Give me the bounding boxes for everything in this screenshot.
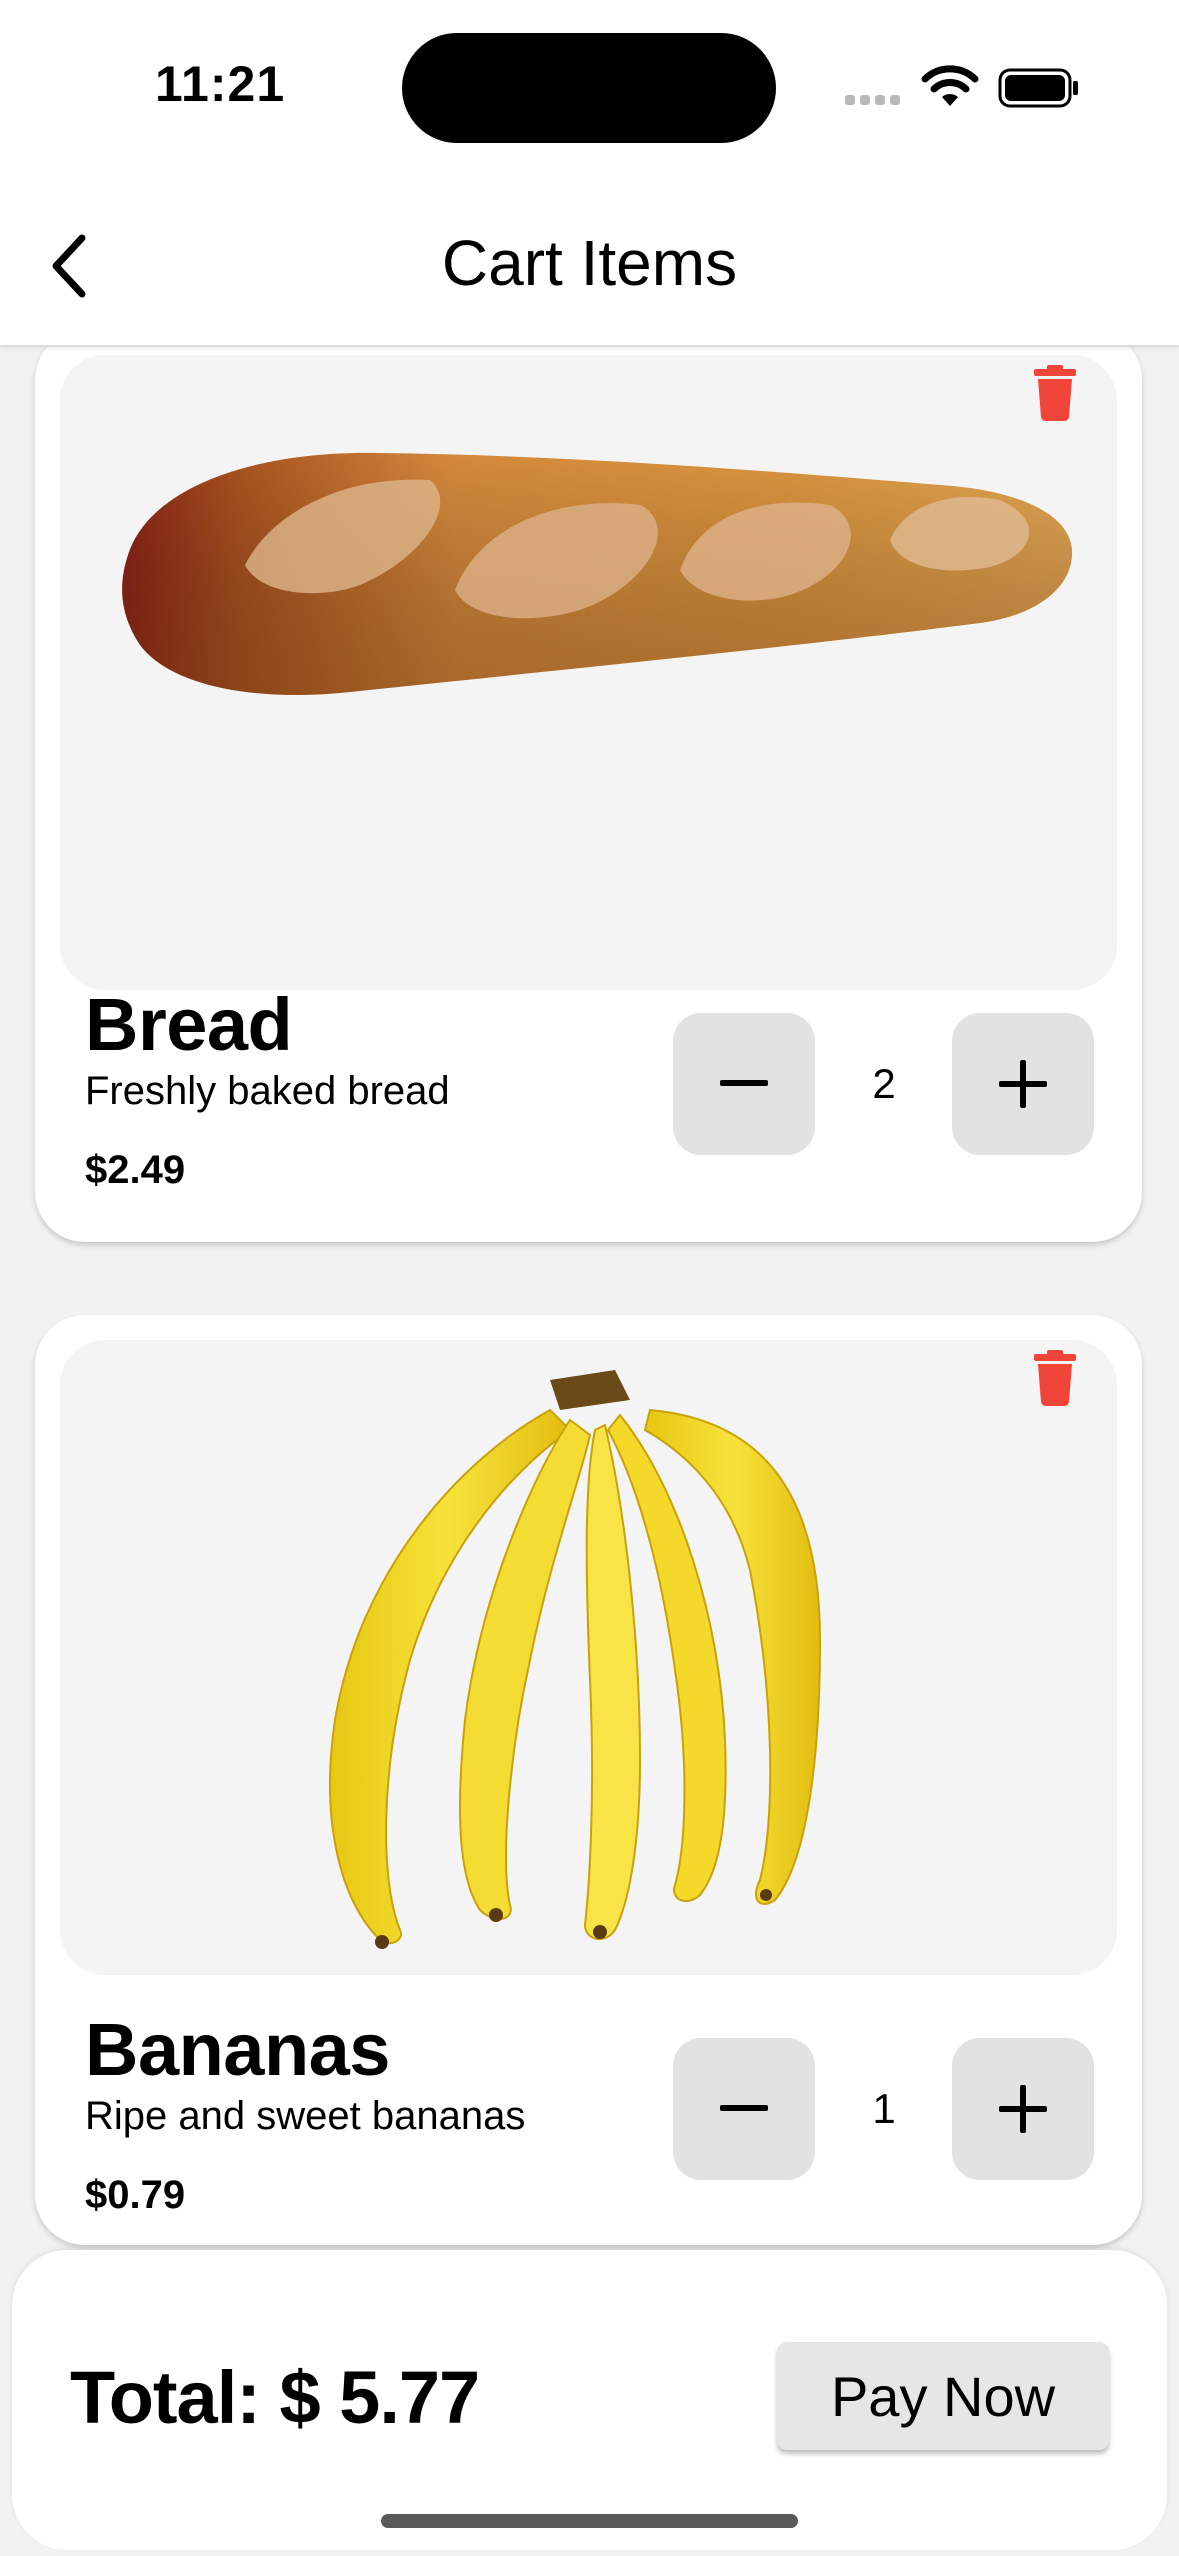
cellular-signal-icon xyxy=(845,92,905,106)
decrease-quantity-button[interactable] xyxy=(673,1013,815,1155)
checkout-bar: Total: $ 5.77 Pay Now xyxy=(12,2250,1167,2550)
trash-icon[interactable] xyxy=(1033,365,1077,421)
cart-item-card: Bananas Ripe and sweet bananas $0.79 1 xyxy=(35,1315,1142,2245)
minus-icon xyxy=(720,2105,768,2111)
total-amount: Total: $ 5.77 xyxy=(70,2356,480,2439)
home-indicator[interactable] xyxy=(381,2514,798,2528)
status-time: 11:21 xyxy=(155,56,286,112)
quantity-value: 2 xyxy=(872,1060,896,1107)
product-price: $2.49 xyxy=(85,1148,186,1192)
product-name: Bananas xyxy=(85,2008,390,2091)
baguette-image xyxy=(122,452,1073,695)
battery-icon xyxy=(998,68,1078,108)
product-name: Bread xyxy=(85,983,293,1066)
dynamic-island xyxy=(402,33,776,143)
navigation-bar: Cart Items xyxy=(0,180,1179,347)
product-price: $0.79 xyxy=(85,2173,186,2217)
product-image-area xyxy=(60,355,1117,990)
decrease-quantity-button[interactable] xyxy=(673,2038,815,2180)
pay-now-button[interactable]: Pay Now xyxy=(777,2342,1109,2450)
page-title: Cart Items xyxy=(441,227,738,299)
quantity-value: 1 xyxy=(872,2085,896,2132)
product-description: Ripe and sweet bananas xyxy=(85,2094,526,2138)
minus-icon xyxy=(720,1080,768,1086)
plus-icon xyxy=(999,1060,1047,1108)
trash-icon[interactable] xyxy=(1033,1350,1077,1406)
product-image-area xyxy=(60,1340,1117,1975)
cart-item-card: Bread Freshly baked bread $2.49 2 xyxy=(35,330,1142,1242)
plus-icon xyxy=(999,2085,1047,2133)
banana-bunch-image xyxy=(329,1370,822,1949)
status-bar: 11:21 xyxy=(0,0,1179,180)
increase-quantity-button[interactable] xyxy=(952,1013,1094,1155)
wifi-icon xyxy=(921,65,979,106)
product-description: Freshly baked bread xyxy=(85,1069,450,1113)
increase-quantity-button[interactable] xyxy=(952,2038,1094,2180)
